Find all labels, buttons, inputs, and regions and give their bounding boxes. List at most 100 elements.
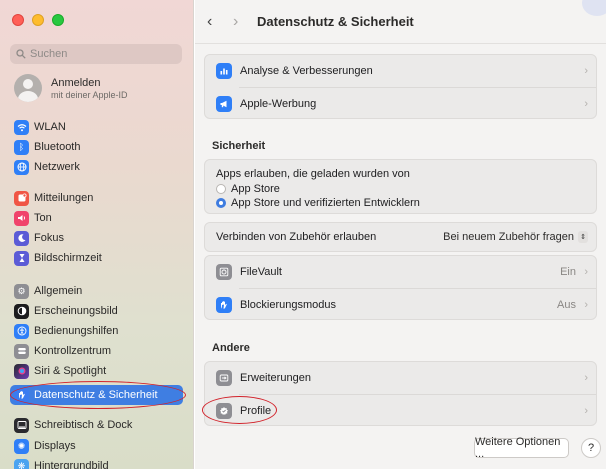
sidebar-item-mitteilungen[interactable]: Mitteilungen [10, 188, 183, 208]
sidebar-item-schreibtisch-dock[interactable]: Schreibtisch & Dock [10, 415, 183, 435]
zoom-button[interactable] [52, 14, 64, 26]
sidebar-item-siri-spotlight[interactable]: Siri & Spotlight [10, 361, 183, 381]
apple-id-signin[interactable]: Anmelden mit deiner Apple-ID [14, 74, 128, 102]
row-accessory: Verbinden von Zubehör erlauben Bei neuem… [205, 222, 598, 252]
sidebar-item-erscheinungsbild[interactable]: Erscheinungsbild [10, 301, 183, 321]
siri-icon [14, 363, 29, 379]
corner-decoration [582, 0, 606, 16]
radio-label: App Store [231, 183, 280, 195]
sidebar-item-label: Hintergrundbild [34, 460, 109, 469]
more-options-button[interactable]: Weitere Optionen ... [474, 436, 569, 460]
window-controls [12, 14, 64, 26]
chevron-right-icon: › [584, 266, 588, 278]
moon-icon [14, 230, 29, 246]
wifi-icon [14, 119, 29, 135]
sidebar-item-kontrollzentrum[interactable]: Kontrollzentrum [10, 341, 183, 361]
row-blockierungsmodus[interactable]: Blockierungsmodus Aus › [205, 289, 598, 321]
bell-icon [14, 190, 29, 206]
sidebar-item-label: Displays [34, 440, 76, 452]
gear-icon: ⚙ [14, 283, 29, 299]
sidebar-item-label: WLAN [34, 121, 66, 133]
appearance-icon [14, 303, 29, 319]
apps-allowed-group: Apps erlauben, die geladen wurden von Ap… [204, 159, 597, 214]
sidebar-item-ton[interactable]: Ton [10, 208, 183, 228]
radio-button[interactable] [216, 184, 226, 194]
chevron-right-icon: › [584, 405, 588, 417]
settings-window: Suchen Anmelden mit deiner Apple-ID WLAN… [0, 0, 606, 469]
row-value: Aus [557, 299, 576, 311]
profile-badge-icon [216, 403, 232, 419]
sidebar-item-label: Datenschutz & Sicherheit [34, 389, 158, 401]
search-placeholder: Suchen [30, 48, 68, 60]
section-heading-other: Andere [212, 342, 250, 354]
search-input[interactable]: Suchen [10, 44, 182, 64]
row-label: Erweiterungen [240, 372, 311, 384]
accessibility-icon [14, 323, 29, 339]
chevron-right-icon: › [584, 372, 588, 384]
account-title: Anmelden [51, 76, 101, 89]
apps-allowed-label: Apps erlauben, die geladen wurden von [216, 168, 410, 180]
chevron-right-icon: › [584, 65, 588, 77]
sidebar-item-label: Bildschirmzeit [34, 252, 102, 264]
vault-icon [216, 264, 232, 280]
sidebar-item-wlan[interactable]: WLAN [10, 117, 183, 137]
radio-button-selected[interactable] [216, 198, 226, 208]
sidebar-item-label: Erscheinungsbild [34, 305, 118, 317]
radio-app-store-verified[interactable]: App Store und verifizierten Entwicklern [216, 197, 420, 209]
chart-icon [216, 63, 232, 79]
row-value: Ein [560, 266, 576, 278]
row-apple-werbung[interactable]: Apple-Werbung › [205, 88, 598, 120]
sidebar-item-displays[interactable]: ✺ Displays [10, 436, 183, 456]
row-erweiterungen[interactable]: Erweiterungen › [205, 362, 598, 394]
sidebar-item-fokus[interactable]: Fokus [10, 228, 183, 248]
row-label: Verbinden von Zubehör erlauben [216, 231, 377, 243]
row-filevault[interactable]: FileVault Ein › [205, 256, 598, 288]
accessory-popup[interactable]: Bei neuem Zubehör fragen ⇕ [443, 231, 588, 243]
sidebar-item-allgemein[interactable]: ⚙ Allgemein [10, 281, 183, 301]
row-label: Profile [240, 405, 272, 417]
sidebar-item-label: Fokus [34, 232, 64, 244]
radio-label: App Store und verifizierten Entwicklern [231, 197, 420, 209]
wallpaper-icon: ❋ [14, 458, 29, 469]
row-label: Apple-Werbung [240, 98, 317, 110]
sun-icon: ✺ [14, 438, 29, 454]
close-button[interactable] [12, 14, 24, 26]
sidebar-item-label: Schreibtisch & Dock [34, 419, 133, 431]
updown-chevron-icon: ⇕ [578, 231, 588, 243]
sidebar-item-label: Allgemein [34, 285, 83, 297]
row-profile[interactable]: Profile › [205, 395, 598, 427]
sidebar-item-label: Bedienungshilfen [34, 325, 119, 337]
sidebar: Suchen Anmelden mit deiner Apple-ID WLAN… [0, 0, 194, 469]
row-label: Blockierungsmodus [240, 299, 336, 311]
sidebar-item-bluetooth[interactable]: ᛒ Bluetooth [10, 137, 183, 157]
toolbar: ‹ › Datenschutz & Sicherheit [195, 0, 606, 44]
help-button[interactable]: ? [581, 438, 601, 458]
other-group: Erweiterungen › Profile › [204, 361, 597, 426]
chevron-right-icon: › [584, 299, 588, 311]
dock-icon [14, 417, 29, 433]
sidebar-item-label: Mitteilungen [34, 192, 94, 204]
avatar [14, 74, 42, 102]
sidebar-item-label: Siri & Spotlight [34, 365, 107, 377]
radio-app-store[interactable]: App Store [216, 183, 280, 195]
hourglass-icon [14, 250, 29, 266]
sidebar-item-hintergrundbild[interactable]: ❋ Hintergrundbild [10, 456, 183, 469]
forward-button[interactable]: › [233, 13, 238, 31]
row-analyse[interactable]: Analyse & Verbesserungen › [205, 55, 598, 87]
minimize-button[interactable] [32, 14, 44, 26]
sidebar-item-datenschutz-sicherheit[interactable]: Datenschutz & Sicherheit [10, 385, 183, 405]
bluetooth-icon: ᛒ [14, 139, 29, 155]
hand-icon [14, 387, 29, 403]
sidebar-item-bildschirmzeit[interactable]: Bildschirmzeit [10, 248, 183, 268]
search-icon [16, 49, 26, 59]
account-subtitle: mit deiner Apple-ID [51, 89, 128, 100]
privacy-group: Analyse & Verbesserungen › Apple-Werbung… [204, 54, 597, 119]
page-title: Datenschutz & Sicherheit [257, 14, 414, 29]
sidebar-item-label: Kontrollzentrum [34, 345, 112, 357]
back-button[interactable]: ‹ [207, 13, 212, 31]
sidebar-item-netzwerk[interactable]: Netzwerk [10, 157, 183, 177]
section-heading-security: Sicherheit [212, 140, 266, 152]
sidebar-item-bedienungshilfen[interactable]: Bedienungshilfen [10, 321, 183, 341]
extensions-icon [216, 370, 232, 386]
sidebar-item-label: Bluetooth [34, 141, 81, 153]
